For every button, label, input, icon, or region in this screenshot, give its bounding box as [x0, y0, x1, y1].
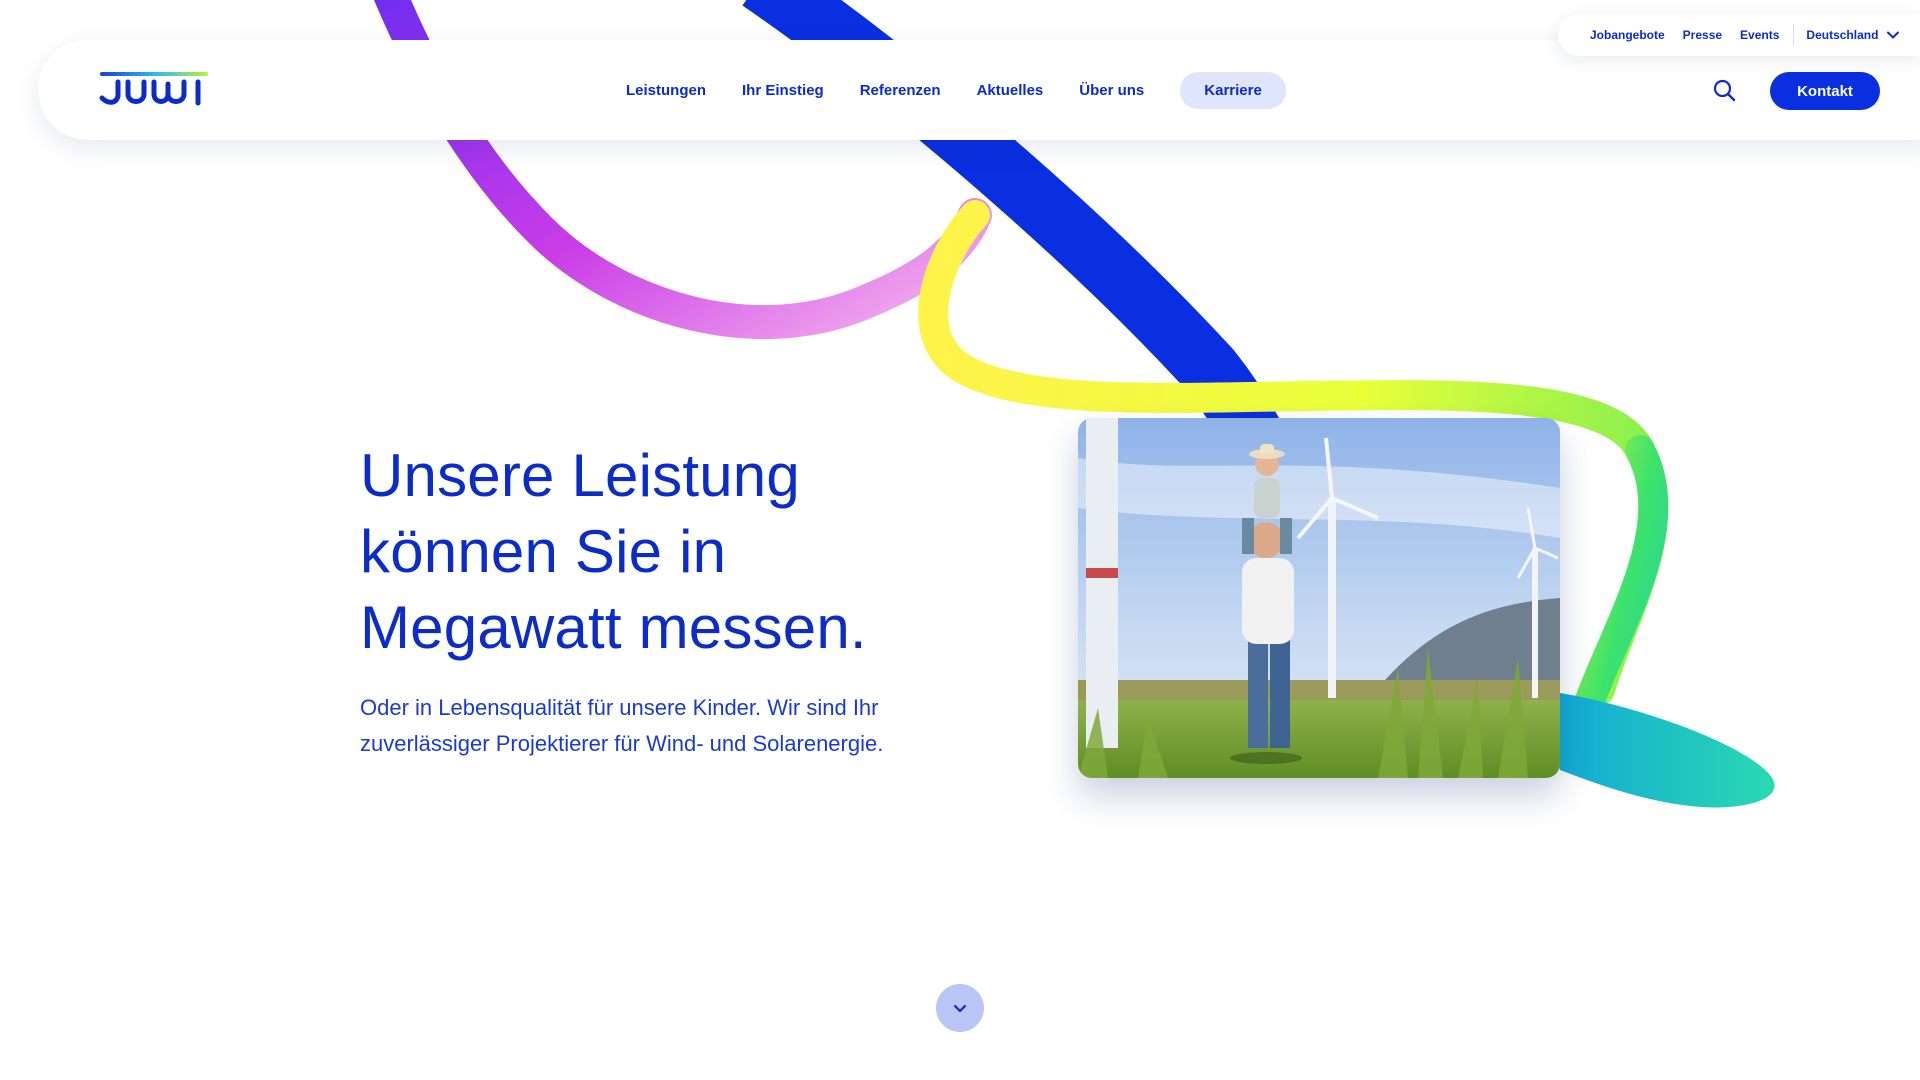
scroll-down-button[interactable]: [936, 984, 984, 1032]
nav-item-referenzen[interactable]: Referenzen: [860, 82, 941, 99]
ribbon-teal: [1540, 690, 1775, 808]
hero-subtitle-line: Oder in Lebensqualität für unsere Kinder…: [360, 695, 879, 720]
hero-photo: [1078, 418, 1560, 778]
utility-link-jobangebote[interactable]: Jobangebote: [1590, 28, 1665, 42]
hero-title-line: Megawatt messen.: [360, 594, 867, 661]
hero-title-line: können Sie in: [360, 518, 727, 585]
chevron-down-icon: [1887, 31, 1900, 39]
country-selector[interactable]: Deutschland: [1806, 28, 1900, 42]
hero-title: Unsere Leistung können Sie in Megawatt m…: [360, 438, 980, 666]
nav-item-leistungen[interactable]: Leistungen: [626, 82, 706, 99]
nav-item-aktuelles[interactable]: Aktuelles: [977, 82, 1044, 99]
country-label: Deutschland: [1806, 28, 1879, 42]
utility-bar: Jobangebote Presse Events Deutschland: [1558, 14, 1920, 56]
search-button[interactable]: [1710, 76, 1738, 104]
chevron-down-icon: [953, 1004, 967, 1013]
hero-title-line: Unsere Leistung: [360, 442, 800, 509]
search-icon: [1713, 79, 1736, 102]
page: Jobangebote Presse Events Deutschland Le…: [0, 0, 1920, 1080]
nav-item-ueber-uns[interactable]: Über uns: [1079, 82, 1144, 99]
juwi-logo[interactable]: [98, 70, 210, 110]
main-nav: Leistungen Ihr Einstieg Referenzen Aktue…: [626, 72, 1286, 109]
nav-item-karriere[interactable]: Karriere: [1180, 72, 1286, 109]
hero-subtitle: Oder in Lebensqualität für unsere Kinder…: [360, 690, 960, 762]
utility-link-presse[interactable]: Presse: [1683, 28, 1722, 42]
utility-link-events[interactable]: Events: [1740, 28, 1779, 42]
utility-divider: [1793, 24, 1795, 46]
father-son-wind-turbines-image: [1078, 418, 1560, 778]
hero-subtitle-line: zuverlässiger Projektierer für Wind- und…: [360, 731, 884, 756]
nav-item-ihr-einstieg[interactable]: Ihr Einstieg: [742, 82, 824, 99]
contact-button[interactable]: Kontakt: [1770, 72, 1880, 110]
